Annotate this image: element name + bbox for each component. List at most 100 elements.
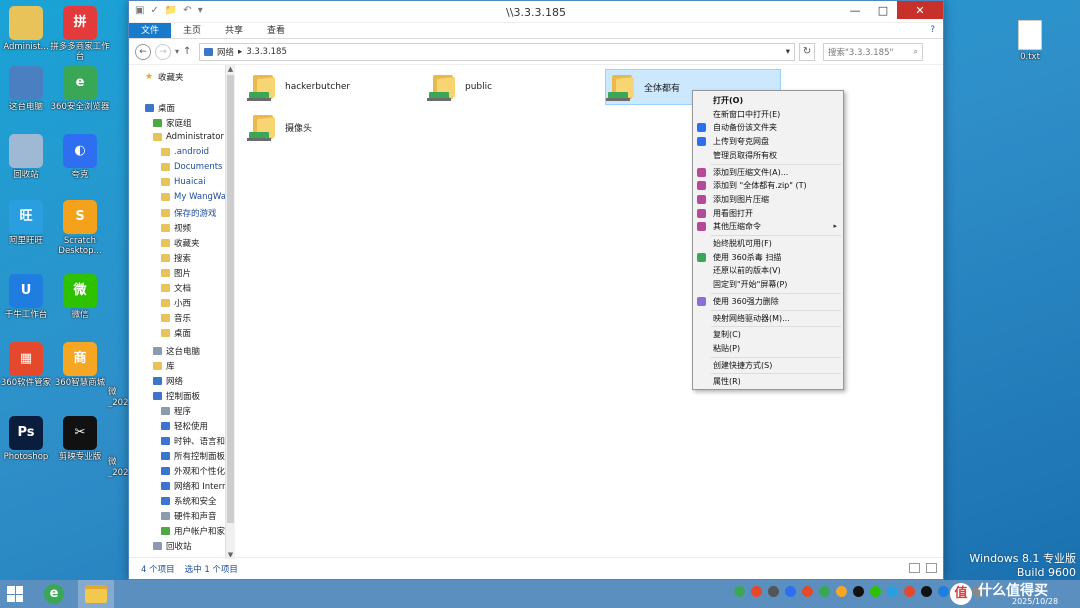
nav-item[interactable]: 保存的游戏 <box>161 207 217 219</box>
tray-icon[interactable] <box>836 586 847 597</box>
breadcrumb-network[interactable]: 网络 <box>217 46 234 58</box>
context-menu-item[interactable]: 复制(C) <box>713 330 741 340</box>
up-arrow-icon[interactable]: ↑ <box>183 46 195 57</box>
nav-item[interactable]: 程序 <box>161 405 191 417</box>
large-icons-view-icon[interactable] <box>926 563 937 573</box>
nav-item[interactable]: 视频 <box>161 222 191 234</box>
tray-icon[interactable] <box>802 586 813 597</box>
desktop-icon[interactable]: ◐ 夸克 <box>48 134 112 180</box>
partial-desktop-label[interactable]: _202 <box>108 398 128 408</box>
tray-icon[interactable] <box>853 586 864 597</box>
title-bar[interactable]: ▣ ✓ 📁 ↶ ▾ \\3.3.3.185 — □ ✕ <box>129 1 943 23</box>
nav-item[interactable]: 外观和个性化 <box>161 465 225 477</box>
nav-item[interactable]: 图片 <box>161 267 191 279</box>
desktop-icon[interactable]: ✂ 剪映专业版 <box>48 416 112 462</box>
context-menu-item[interactable]: 其他压缩命令 <box>713 222 761 232</box>
back-arrow-icon[interactable]: ← <box>135 43 151 60</box>
nav-item[interactable]: 音乐 <box>161 312 191 324</box>
search-box[interactable]: 搜索"3.3.3.185" ⌕ <box>823 42 924 61</box>
scroll-up-icon[interactable]: ▲ <box>226 65 235 73</box>
maximize-button[interactable]: □ <box>869 1 897 19</box>
tray-icon[interactable] <box>870 586 881 597</box>
desktop-icon[interactable]: 商 360智慧商城 <box>48 342 112 388</box>
start-button[interactable] <box>0 580 30 608</box>
tray-icon[interactable] <box>734 586 745 597</box>
nav-item[interactable]: 所有控制面板项 <box>161 450 234 462</box>
scroll-thumb[interactable] <box>227 75 234 523</box>
txt-file-desktop-icon[interactable]: 0.txt <box>998 20 1062 62</box>
nav-item[interactable]: Huaicai <box>161 177 206 187</box>
nav-item[interactable]: 桌面 <box>145 102 175 114</box>
nav-item[interactable]: ★ 收藏夹 <box>145 71 184 84</box>
desktop-icon[interactable]: 微微信 <box>48 274 112 320</box>
nav-item[interactable]: Documents <box>161 162 222 172</box>
context-menu-item[interactable]: 打开(O) <box>713 96 743 106</box>
partial-desktop-label[interactable]: _202 <box>108 468 128 478</box>
nav-item[interactable]: My WangWa <box>161 192 226 202</box>
nav-item[interactable]: .android <box>161 147 209 157</box>
system-date[interactable]: 2025/10/28 <box>1012 597 1058 606</box>
context-menu-item[interactable]: 添加到图片压缩 <box>713 195 769 205</box>
nav-item[interactable]: 收藏夹 <box>161 237 200 249</box>
breadcrumb-host[interactable]: 3.3.3.185 <box>246 47 287 57</box>
nav-item[interactable]: 网络和 Intern <box>161 480 227 492</box>
forward-arrow-icon[interactable]: → <box>155 43 171 60</box>
context-menu-item[interactable]: 使用 360强力删除 <box>713 297 779 307</box>
nav-item[interactable]: 小西 <box>161 297 191 309</box>
context-menu-item[interactable]: 用看图打开 <box>713 209 753 219</box>
breadcrumb-separator-icon[interactable]: ▸ <box>238 47 242 57</box>
address-bar[interactable]: 网络 ▸ 3.3.3.185 ▾ <box>199 42 796 61</box>
taskbar-360-browser[interactable]: e <box>36 580 72 608</box>
tray-icon[interactable] <box>887 586 898 597</box>
tab-file[interactable]: 文件 <box>129 23 172 38</box>
nav-item[interactable]: 系统和安全 <box>161 495 217 507</box>
context-menu-item[interactable]: 添加到压缩文件(A)... <box>713 168 788 178</box>
nav-scrollbar[interactable]: ▲ ▼ <box>225 65 235 559</box>
close-button[interactable]: ✕ <box>897 1 943 19</box>
nav-item[interactable]: 桌面 <box>161 327 191 339</box>
tab-home[interactable]: 主页 <box>171 23 213 38</box>
desktop-icon[interactable]: S Scratch Desktop... <box>48 200 112 256</box>
context-menu-item[interactable]: 在新窗口中打开(E) <box>713 110 780 120</box>
folder-item[interactable]: hackerbutcher <box>247 69 417 105</box>
context-menu-item[interactable]: 映射网络驱动器(M)... <box>713 314 790 324</box>
tray-icon[interactable] <box>921 586 932 597</box>
taskbar-file-explorer[interactable] <box>78 580 114 608</box>
nav-item[interactable]: Administrator <box>153 132 224 142</box>
nav-item[interactable]: 搜索 <box>161 252 191 264</box>
tray-icon[interactable] <box>904 586 915 597</box>
context-menu-item[interactable]: 创建快捷方式(S) <box>713 361 772 371</box>
context-menu-item[interactable]: 自动备份该文件夹 <box>713 123 777 133</box>
context-menu-item[interactable]: 还原以前的版本(V) <box>713 266 781 276</box>
nav-item[interactable]: 网络 <box>153 375 183 387</box>
desktop-icon[interactable]: 拼拼多多商家工作台 <box>48 6 112 62</box>
context-menu-item[interactable]: 添加到 "全体都有.zip" (T) <box>713 181 807 191</box>
nav-item[interactable]: 硬件和声音 <box>161 510 217 522</box>
context-menu-item[interactable]: 固定到"开始"屏幕(P) <box>713 280 787 290</box>
tray-icon[interactable] <box>938 586 949 597</box>
context-menu-item[interactable]: 使用 360杀毒 扫描 <box>713 253 781 263</box>
refresh-icon[interactable]: ↻ <box>799 42 816 61</box>
help-icon[interactable]: ? <box>930 25 935 35</box>
context-menu-item[interactable]: 粘贴(P) <box>713 344 740 354</box>
address-dropdown-icon[interactable]: ▾ <box>786 47 790 57</box>
folder-item[interactable]: public <box>427 69 597 105</box>
tray-icon[interactable] <box>819 586 830 597</box>
tab-view[interactable]: 查看 <box>255 23 297 38</box>
nav-item[interactable]: 控制面板 <box>153 390 200 402</box>
nav-item[interactable]: 用户帐户和家庭 <box>161 525 234 537</box>
nav-item[interactable]: 轻松使用 <box>161 420 208 432</box>
folder-item[interactable]: 摄像头 <box>247 109 417 145</box>
tray-icon[interactable] <box>785 586 796 597</box>
context-menu-item[interactable]: 始终脱机可用(F) <box>713 239 772 249</box>
nav-item[interactable]: 库 <box>153 360 175 372</box>
desktop-icon[interactable]: e 360安全浏览器 <box>48 66 112 112</box>
nav-item[interactable]: 时钟、语言和区 <box>161 435 234 447</box>
nav-item[interactable]: 家庭组 <box>153 117 192 129</box>
details-view-icon[interactable] <box>909 563 920 573</box>
recent-locations-icon[interactable]: ▾ <box>175 47 179 56</box>
nav-item[interactable]: 文档 <box>161 282 191 294</box>
partial-desktop-label[interactable]: 微 <box>108 387 128 397</box>
partial-desktop-label[interactable]: 微 <box>108 457 128 467</box>
tab-share[interactable]: 共享 <box>213 23 255 38</box>
